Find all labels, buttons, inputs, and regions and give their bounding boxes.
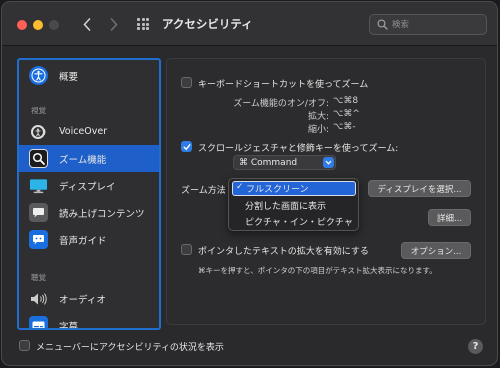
close-window-button[interactable] — [17, 20, 27, 30]
sidebar-item-voiceover[interactable]: VoiceOver — [19, 118, 159, 145]
search-input[interactable] — [392, 17, 482, 32]
preferences-window: アクセシビリティ 概要 視覚 VoiceOver ズーム機能 — [1, 1, 498, 366]
keyboard-shortcut-label: キーボードショートカットを使ってズーム — [198, 80, 369, 90]
section-header-hearing: 聴覚 — [31, 273, 46, 282]
window-title: アクセシビリティ — [162, 17, 253, 31]
shortcut-zoom-in-label: 拡大: — [307, 112, 329, 122]
speech-bubble-icon — [29, 203, 48, 222]
zoom-icon — [29, 149, 48, 168]
back-button[interactable] — [77, 14, 97, 34]
forward-button[interactable] — [104, 14, 124, 34]
speaker-icon — [29, 289, 48, 308]
sidebar-item-audio-description[interactable]: 音声ガイド — [19, 226, 159, 253]
sidebar-item-label: 字幕 — [59, 321, 79, 330]
sidebar: 概要 視覚 VoiceOver ズーム機能 ディスプレイ 読み上げコンテンツ 音… — [17, 58, 161, 330]
sidebar-item-label: ディスプレイ — [59, 181, 116, 193]
sidebar-item-label: ズーム機能 — [59, 154, 107, 166]
menu-item-fullscreen[interactable]: ✓ フルスクリーン — [232, 181, 356, 196]
minimize-window-button[interactable] — [33, 20, 43, 30]
hover-text-hint: ⌘キーを押すと、ポインタの下の項目がテキスト拡大表示になります。 — [198, 266, 437, 275]
search-icon — [377, 19, 388, 30]
audio-description-icon — [29, 230, 48, 249]
select-display-button[interactable]: ディスプレイを選択... — [368, 180, 471, 197]
voiceover-icon — [29, 122, 48, 141]
checkmark-icon — [183, 143, 190, 150]
sidebar-item-captions[interactable]: 字幕 — [19, 312, 159, 330]
accessibility-icon — [29, 66, 48, 85]
sidebar-item-label: 音声ガイド — [59, 235, 107, 247]
sidebar-item-spoken-content[interactable]: 読み上げコンテンツ — [19, 199, 159, 226]
zoom-style-label: ズーム方法 — [181, 186, 226, 196]
show-all-grid-icon[interactable] — [137, 18, 149, 30]
menu-item-picture-in-picture[interactable]: ピクチャ・イン・ピクチャ — [232, 214, 356, 229]
display-icon — [29, 176, 48, 195]
sidebar-item-label: VoiceOver — [59, 126, 108, 137]
scroll-gesture-checkbox[interactable] — [181, 141, 192, 152]
sidebar-item-label: 読み上げコンテンツ — [59, 208, 145, 220]
sidebar-item-zoom[interactable]: ズーム機能 — [19, 145, 159, 172]
chevron-right-icon — [110, 17, 118, 31]
help-button[interactable]: ? — [468, 339, 483, 354]
menu-item-label: フルスクリーン — [246, 185, 309, 195]
modifier-key-popup[interactable]: ⌘ Command — [233, 155, 336, 170]
sidebar-item-overview[interactable]: 概要 — [19, 62, 159, 89]
captions-icon — [29, 316, 48, 328]
shortcut-zoom-out-label: 縮小: — [307, 125, 329, 135]
section-header-vision: 視覚 — [31, 106, 46, 115]
hover-text-checkbox[interactable] — [181, 244, 192, 255]
sidebar-item-audio[interactable]: オーディオ — [19, 285, 159, 312]
chevron-down-icon — [323, 157, 334, 168]
sidebar-item-label: オーディオ — [59, 294, 106, 306]
menu-item-label: 分割した画面に表示 — [245, 202, 327, 212]
shortcut-zoom-out-keys: ⌥⌘- — [333, 122, 356, 132]
sidebar-item-display[interactable]: ディスプレイ — [19, 172, 159, 199]
hover-text-label: ポインタしたテキストの拡大を有効にする — [198, 247, 369, 257]
shortcut-zoom-in-keys: ⌥⌘^ — [333, 109, 360, 119]
modifier-key-value: ⌘ Command — [239, 157, 298, 168]
zoom-window-button[interactable] — [49, 20, 59, 30]
menubar-status-checkbox[interactable] — [19, 340, 30, 351]
chevron-left-icon — [83, 17, 91, 31]
shortcut-toggle-keys: ⌥⌘8 — [333, 96, 359, 106]
titlebar: アクセシビリティ — [2, 2, 497, 46]
advanced-details-button[interactable]: 詳細... — [428, 209, 471, 226]
menubar-status-label: メニューバーにアクセシビリティの状況を表示 — [36, 343, 224, 353]
menu-item-label: ピクチャ・イン・ピクチャ — [245, 218, 353, 228]
checkmark-icon: ✓ — [236, 182, 244, 192]
keyboard-shortcut-checkbox[interactable] — [181, 77, 192, 88]
zoom-style-menu: ✓ フルスクリーン 分割した画面に表示 ピクチャ・イン・ピクチャ — [228, 178, 359, 231]
hover-text-options-button[interactable]: オプション... — [401, 242, 471, 259]
sidebar-item-label: 概要 — [59, 71, 79, 83]
search-field[interactable] — [369, 14, 487, 35]
shortcut-toggle-label: ズーム機能のオン/オフ: — [233, 99, 329, 109]
scroll-gesture-label: スクロールジェスチャと修飾キーを使ってズーム: — [198, 144, 399, 154]
menu-item-split-screen[interactable]: 分割した画面に表示 — [232, 198, 356, 213]
